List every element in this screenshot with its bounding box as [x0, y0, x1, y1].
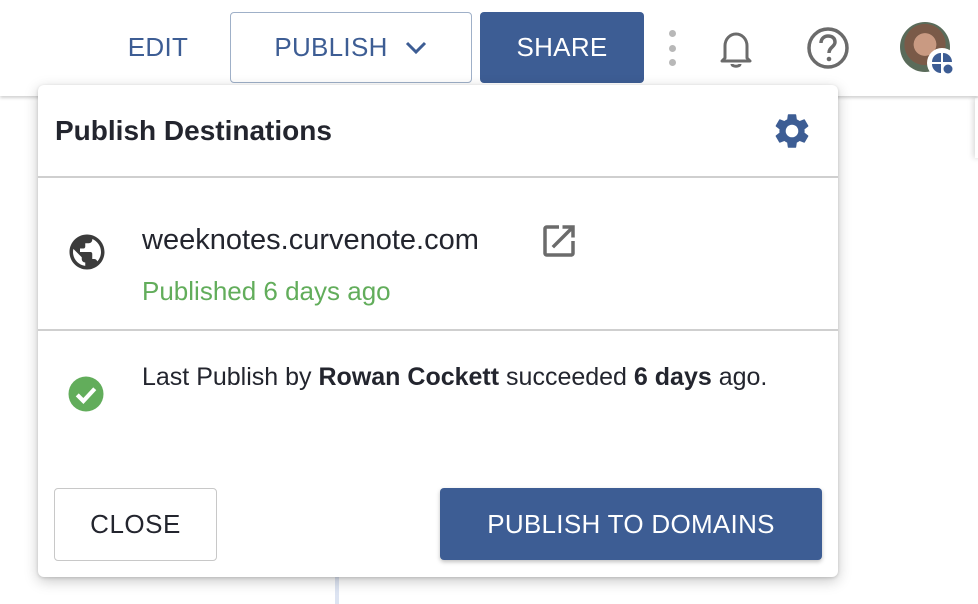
share-button[interactable]: SHARE [480, 12, 644, 83]
publish-time: 6 days [633, 363, 712, 391]
popover-title: Publish Destinations [55, 115, 332, 146]
publish-destinations-popover: Publish Destinations weeknotes.curvenote… [38, 85, 838, 577]
publish-status: Published 6 days ago [142, 276, 391, 306]
destination-row: weeknotes.curvenote.com Published 6 days… [38, 178, 838, 331]
content-divider [335, 575, 339, 604]
check-circle-icon [68, 376, 104, 412]
open-in-new-icon[interactable] [538, 220, 580, 262]
publisher-name: Rowan Cockett [318, 363, 500, 391]
last-publish-suffix: ago. [711, 363, 768, 391]
globe-icon [69, 234, 105, 270]
publish-label: PUBLISH [274, 32, 388, 62]
curvenote-logo-icon [927, 48, 957, 78]
bell-icon[interactable] [716, 28, 756, 70]
gear-icon[interactable] [771, 110, 813, 152]
last-publish-message: Last Publish by Rowan Cockett succeeded … [142, 355, 822, 400]
popover-header: Publish Destinations [38, 85, 838, 178]
chevron-down-icon [405, 41, 426, 54]
publish-to-domains-label: PUBLISH TO DOMAINS [487, 508, 775, 539]
publish-dropdown-button[interactable]: PUBLISH [230, 12, 472, 83]
close-button[interactable]: CLOSE [54, 488, 217, 561]
share-label: SHARE [516, 32, 608, 62]
last-publish-row: Last Publish by Rowan Cockett succeeded … [38, 331, 838, 481]
more-options-icon[interactable] [664, 30, 680, 66]
close-label: CLOSE [90, 509, 181, 539]
top-toolbar: EDIT PUBLISH SHARE [0, 0, 978, 96]
edit-button[interactable]: EDIT [108, 12, 208, 83]
edit-label: EDIT [127, 32, 189, 62]
publish-to-domains-button[interactable]: PUBLISH TO DOMAINS [440, 488, 822, 560]
last-publish-middle: succeeded [499, 363, 634, 391]
last-publish-prefix: Last Publish by [142, 363, 319, 391]
help-icon[interactable] [806, 26, 850, 70]
destination-domain: weeknotes.curvenote.com [142, 224, 479, 256]
